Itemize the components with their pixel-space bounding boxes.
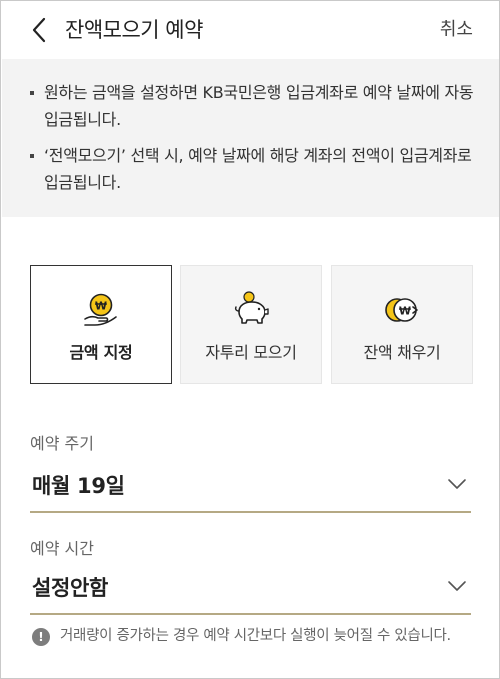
bullet-icon: [30, 91, 34, 95]
top-bar: 잔액모으기 예약 취소: [1, 1, 499, 59]
cycle-label: 예약 주기: [30, 434, 94, 453]
option-fixed-amount[interactable]: ₩ 금액 지정: [30, 265, 172, 384]
info-box: 원하는 금액을 설정하면 KB국민은행 입금계좌로 예약 날짜에 자동 입금됩니…: [2, 59, 499, 217]
piggy-bank-icon: [231, 290, 271, 330]
delay-notice: ! 거래량이 증가하는 경우 예약 시간보다 실행이 늦어질 수 있습니다.: [30, 625, 480, 648]
cycle-select[interactable]: 매월 19일: [30, 463, 471, 513]
bullet-icon: [30, 154, 34, 158]
chevron-left-icon: [32, 17, 46, 43]
coin-hand-icon: ₩: [81, 290, 121, 330]
info-item: 원하는 금액을 설정하면 KB국민은행 입금계좌로 예약 날짜에 자동 입금됩니…: [30, 79, 475, 133]
screen: 잔액모으기 예약 취소 원하는 금액을 설정하면 KB국민은행 입금계좌로 예약…: [0, 0, 500, 679]
saving-type-options: ₩ 금액 지정 자투리 모으기 ₩ 잔액 채우기: [30, 265, 473, 384]
option-fill-balance[interactable]: ₩ 잔액 채우기: [331, 265, 473, 384]
svg-text:₩: ₩: [95, 300, 107, 313]
time-select[interactable]: 설정안함: [30, 565, 471, 615]
option-label: 금액 지정: [69, 343, 133, 362]
time-value: 설정안함: [32, 576, 109, 600]
time-label: 예약 시간: [30, 539, 94, 558]
option-label: 잔액 채우기: [363, 343, 441, 362]
svg-text:₩: ₩: [399, 305, 411, 318]
page-title: 잔액모으기 예약: [65, 18, 203, 42]
notice-text: 거래량이 증가하는 경우 예약 시간보다 실행이 늦어질 수 있습니다.: [60, 628, 451, 644]
cycle-value: 매월 19일: [32, 474, 125, 498]
chevron-down-icon: [448, 581, 466, 591]
chevron-down-icon: [448, 479, 466, 489]
info-item-text: ‘전액모으기’ 선택 시, 예약 날짜에 해당 계좌의 전액이 입금계좌로 입금…: [44, 146, 472, 192]
info-item: ‘전액모으기’ 선택 시, 예약 날짜에 해당 계좌의 전액이 입금계좌로 입금…: [30, 142, 475, 196]
option-spare-change[interactable]: 자투리 모으기: [180, 265, 322, 384]
option-label: 자투리 모으기: [205, 343, 297, 362]
exclamation-icon: !: [32, 628, 50, 646]
info-item-text: 원하는 금액을 설정하면 KB국민은행 입금계좌로 예약 날짜에 자동 입금됩니…: [44, 83, 474, 129]
cancel-button[interactable]: 취소: [440, 16, 473, 44]
back-button[interactable]: [25, 15, 53, 45]
coin-fill-icon: ₩: [382, 290, 422, 330]
